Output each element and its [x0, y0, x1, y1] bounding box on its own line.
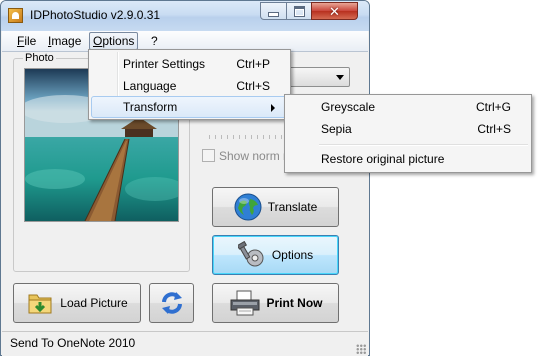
close-icon: ✕ [329, 3, 340, 19]
show-norm-checkbox[interactable] [202, 149, 215, 162]
menu-options[interactable]: Options [89, 32, 139, 50]
window-title: IDPhotoStudio v2.9.0.31 [30, 8, 161, 22]
menu-help[interactable]: ? [148, 33, 161, 49]
maximize-button[interactable] [286, 2, 312, 20]
printer-icon [230, 290, 259, 316]
menu-image[interactable]: Image [45, 33, 84, 49]
tools-icon [237, 241, 264, 267]
menu-item-restore-original[interactable]: Restore original picture [287, 148, 529, 170]
print-now-button[interactable]: Print Now [212, 283, 339, 323]
app-icon[interactable] [8, 8, 23, 23]
menu-file[interactable]: File [14, 33, 39, 49]
chevron-down-icon [336, 75, 344, 80]
load-picture-button[interactable]: Load Picture [13, 283, 141, 323]
language-label: Language [123, 79, 177, 93]
maximize-icon [293, 5, 305, 17]
refresh-button[interactable] [149, 283, 194, 323]
photo-group-label: Photo [23, 52, 56, 64]
translate-button[interactable]: Translate [212, 187, 339, 227]
globe-icon [234, 193, 262, 221]
restore-original-label: Restore original picture [321, 152, 445, 166]
load-picture-label: Load Picture [60, 296, 128, 310]
options-menu: Printer Settings Ctrl+P Language Ctrl+S … [88, 49, 291, 120]
menu-item-language[interactable]: Language Ctrl+S [91, 75, 288, 97]
status-text: Send To OneNote 2010 [10, 336, 136, 350]
print-now-label: Print Now [266, 296, 323, 310]
resize-grip[interactable] [356, 344, 366, 354]
printer-settings-shortcut: Ctrl+P [236, 57, 270, 71]
menu-separator [319, 144, 528, 146]
options-label: Options [271, 248, 314, 262]
close-button[interactable]: ✕ [311, 2, 358, 20]
language-combo[interactable] [284, 67, 350, 87]
menu-item-printer-settings[interactable]: Printer Settings Ctrl+P [91, 53, 288, 75]
greyscale-label: Greyscale [321, 100, 376, 114]
submenu-arrow-icon [271, 104, 275, 112]
title-bar[interactable]: IDPhotoStudio v2.9.0.31 ✕ [1, 1, 369, 31]
menu-item-sepia[interactable]: Sepia Ctrl+S [287, 118, 529, 140]
translate-label: Translate [267, 200, 318, 214]
folder-icon [28, 294, 52, 314]
minimize-button[interactable] [260, 2, 287, 20]
language-shortcut: Ctrl+S [236, 79, 270, 93]
transform-submenu: Greyscale Ctrl+G Sepia Ctrl+S Restore or… [284, 94, 532, 173]
transform-label: Transform [123, 100, 178, 114]
sepia-label: Sepia [321, 122, 352, 136]
printer-settings-label: Printer Settings [123, 57, 206, 71]
menu-item-greyscale[interactable]: Greyscale Ctrl+G [287, 96, 529, 118]
options-button[interactable]: Options [212, 235, 339, 275]
status-bar: Send To OneNote 2010 [2, 331, 368, 356]
minimize-icon [268, 11, 279, 17]
sepia-shortcut: Ctrl+S [477, 122, 511, 136]
refresh-icon [161, 292, 182, 314]
menu-item-transform[interactable]: Transform [91, 96, 288, 118]
greyscale-shortcut: Ctrl+G [475, 100, 511, 114]
